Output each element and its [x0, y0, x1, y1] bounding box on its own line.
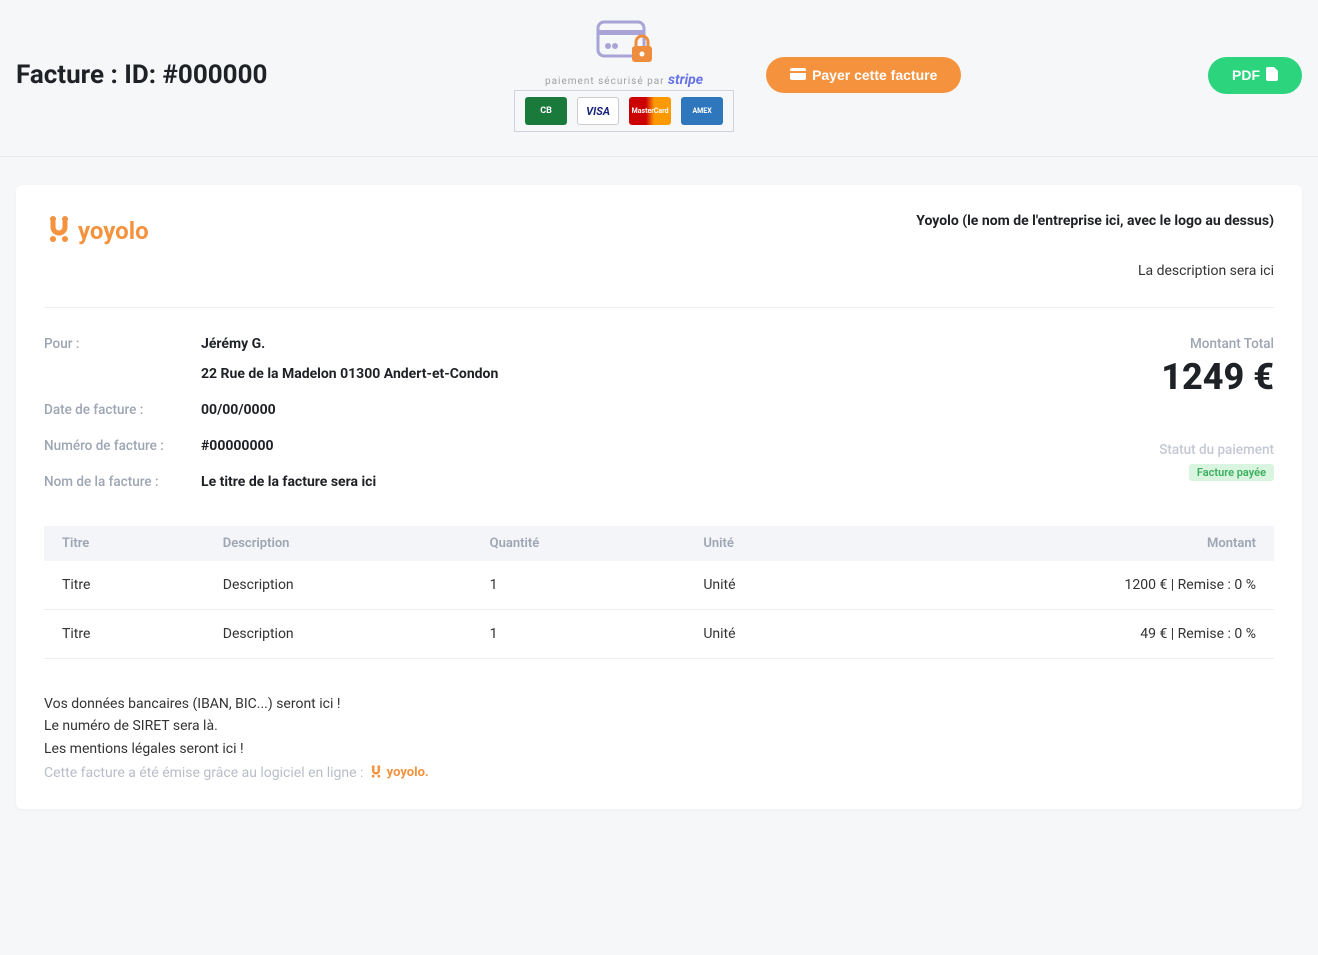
- table-row: Titre Description 1 Unité 49 € | Remise …: [44, 610, 1274, 659]
- table-row: Titre Description 1 Unité 1200 € | Remis…: [44, 561, 1274, 610]
- cell-unit: Unité: [685, 561, 855, 610]
- secure-text: paiement sécurisé par: [545, 76, 665, 87]
- total-label: Montant Total: [1159, 336, 1274, 352]
- footer-credit-text: Cette facture a été émise grâce au logic…: [44, 762, 363, 784]
- download-pdf-button[interactable]: PDF: [1208, 57, 1302, 94]
- pdf-button-label: PDF: [1232, 67, 1260, 83]
- cell-title: Titre: [44, 561, 205, 610]
- cell-description: Description: [205, 610, 472, 659]
- invoice-card: yoyolo Yoyolo (le nom de l'entreprise ic…: [16, 185, 1302, 809]
- payment-status-badge: Facture payée: [1189, 464, 1274, 481]
- line-items-table: Titre Description Quantité Unité Montant…: [44, 526, 1274, 659]
- col-description: Description: [205, 526, 472, 561]
- footer-legal: Les mentions légales seront ici !: [44, 738, 1274, 760]
- company-logo-text: yoyolo: [78, 217, 149, 245]
- credit-card-icon: [790, 67, 806, 83]
- number-label: Numéro de facture :: [44, 438, 189, 454]
- total-amount: 1249 €: [1159, 356, 1274, 398]
- col-title: Titre: [44, 526, 205, 561]
- payment-secure-block: paiement sécurisé par stripe CB VISA Mas…: [514, 18, 734, 132]
- cb-card-icon: CB: [525, 97, 567, 125]
- cell-description: Description: [205, 561, 472, 610]
- yoyolo-icon: [44, 213, 74, 249]
- company-description: La description sera ici: [916, 263, 1274, 279]
- invoice-number: #00000000: [201, 438, 498, 454]
- pay-button-label: Payer cette facture: [812, 67, 937, 83]
- mastercard-icon: MasterCard: [629, 97, 671, 125]
- footer-brand: yoyolo.: [369, 763, 428, 784]
- col-unit: Unité: [685, 526, 855, 561]
- stripe-brand: stripe: [668, 72, 703, 88]
- pay-invoice-button[interactable]: Payer cette facture: [766, 57, 961, 93]
- invoice-date: 00/00/0000: [201, 402, 498, 418]
- date-label: Date de facture :: [44, 402, 189, 418]
- cell-amount: 1200 € | Remise : 0 %: [856, 561, 1274, 610]
- cell-quantity: 1: [472, 561, 686, 610]
- client-address: 22 Rue de la Madelon 01300 Andert-et-Con…: [201, 366, 498, 382]
- invoice-title-label: Nom de la facture :: [44, 474, 189, 490]
- cell-title: Titre: [44, 610, 205, 659]
- card-lock-icon: [592, 18, 656, 70]
- footer-bank: Vos données bancaires (IBAN, BIC...) ser…: [44, 693, 1274, 715]
- payment-status-label: Statut du paiement: [1159, 442, 1274, 458]
- pdf-file-icon: [1266, 67, 1278, 84]
- client-name: Jérémy G.: [201, 336, 498, 352]
- footer-siret: Le numéro de SIRET sera là.: [44, 715, 1274, 737]
- card-logos: CB VISA MasterCard AMEX: [514, 90, 734, 132]
- col-quantity: Quantité: [472, 526, 686, 561]
- company-logo: yoyolo: [44, 213, 149, 249]
- page-title: Facture : ID: #000000: [16, 60, 267, 90]
- visa-card-icon: VISA: [577, 97, 619, 125]
- cell-quantity: 1: [472, 610, 686, 659]
- invoice-title: Le titre de la facture sera ici: [201, 474, 498, 490]
- cell-unit: Unité: [685, 610, 855, 659]
- amex-card-icon: AMEX: [681, 97, 723, 125]
- for-label: Pour :: [44, 336, 189, 352]
- col-amount: Montant: [856, 526, 1274, 561]
- cell-amount: 49 € | Remise : 0 %: [856, 610, 1274, 659]
- company-name: Yoyolo (le nom de l'entreprise ici, avec…: [916, 213, 1274, 229]
